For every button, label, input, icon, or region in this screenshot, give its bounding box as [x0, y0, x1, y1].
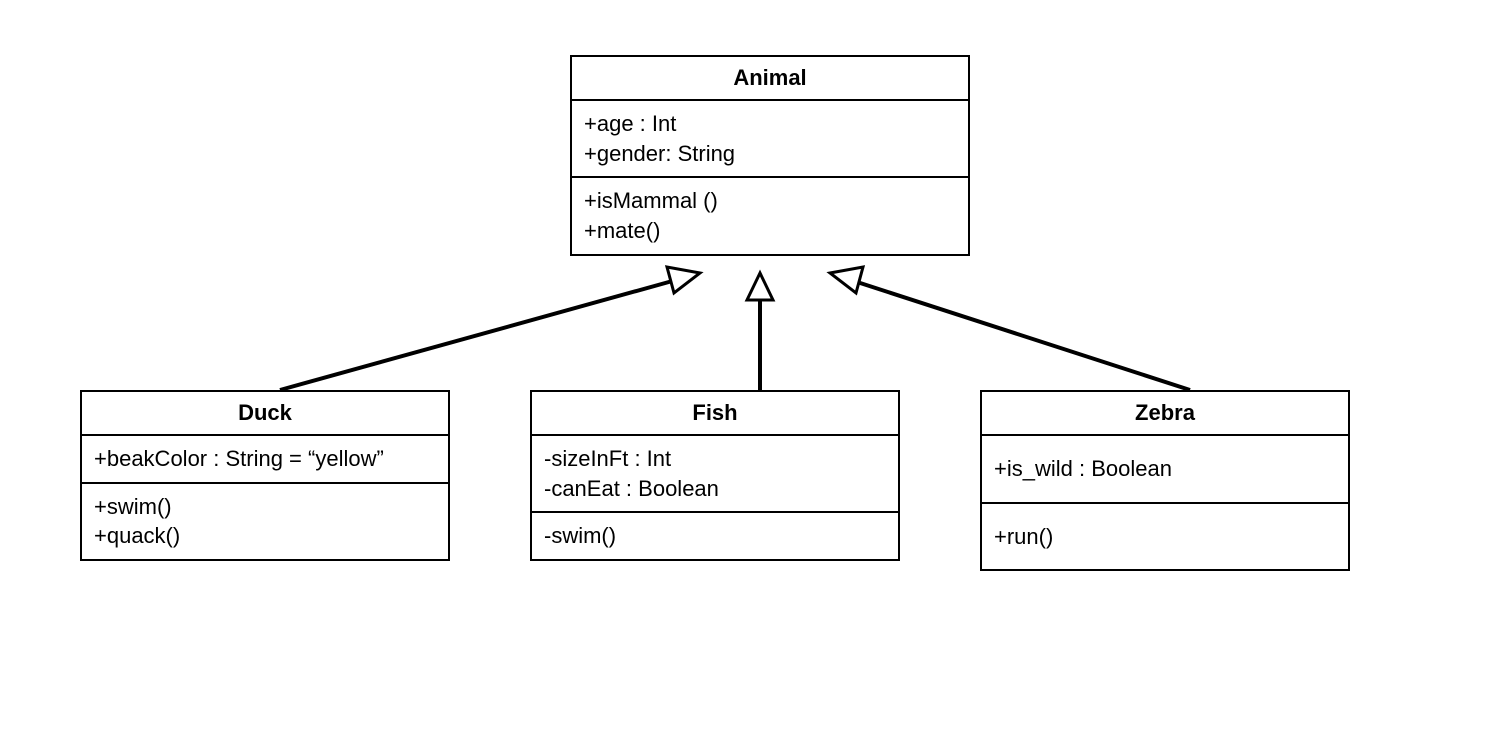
uml-canvas: Animal +age : Int +gender: String +isMam… [0, 0, 1510, 732]
class-duck-attr: +beakColor : String = “yellow” [94, 444, 436, 474]
class-duck: Duck +beakColor : String = “yellow” +swi… [80, 390, 450, 561]
class-duck-ops: +swim() +quack() [82, 484, 448, 559]
class-zebra-name: Zebra [982, 392, 1348, 436]
class-duck-attrs: +beakColor : String = “yellow” [82, 436, 448, 484]
class-fish-name: Fish [532, 392, 898, 436]
class-fish-attrs: -sizeInFt : Int -canEat : Boolean [532, 436, 898, 513]
inheritance-arrow-fish-animal [747, 273, 773, 390]
class-duck-op: +swim() [94, 492, 436, 522]
class-zebra: Zebra +is_wild : Boolean +run() [980, 390, 1350, 571]
inheritance-arrow-zebra-animal [830, 267, 1190, 390]
class-zebra-op: +run() [994, 522, 1336, 552]
class-fish-attr: -canEat : Boolean [544, 474, 886, 504]
class-fish: Fish -sizeInFt : Int -canEat : Boolean -… [530, 390, 900, 561]
class-duck-name: Duck [82, 392, 448, 436]
class-zebra-attr: +is_wild : Boolean [994, 454, 1336, 484]
class-animal-op: +mate() [584, 216, 956, 246]
class-animal-ops: +isMammal () +mate() [572, 178, 968, 253]
class-animal-attr: +gender: String [584, 139, 956, 169]
class-animal: Animal +age : Int +gender: String +isMam… [570, 55, 970, 256]
class-zebra-ops: +run() [982, 504, 1348, 570]
class-animal-name: Animal [572, 57, 968, 101]
class-zebra-attrs: +is_wild : Boolean [982, 436, 1348, 504]
class-duck-op: +quack() [94, 521, 436, 551]
class-animal-op: +isMammal () [584, 186, 956, 216]
class-animal-attr: +age : Int [584, 109, 956, 139]
class-fish-attr: -sizeInFt : Int [544, 444, 886, 474]
class-fish-ops: -swim() [532, 513, 898, 559]
class-fish-op: -swim() [544, 521, 886, 551]
inheritance-arrow-duck-animal [280, 267, 700, 390]
class-animal-attrs: +age : Int +gender: String [572, 101, 968, 178]
